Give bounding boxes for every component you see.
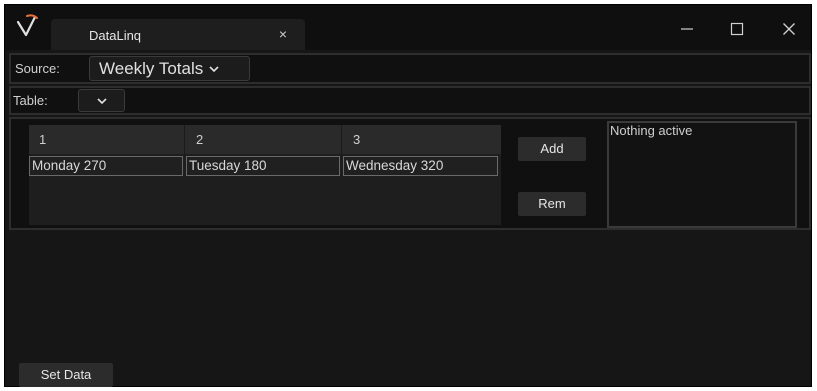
status-box: Nothing active [607,121,797,228]
tab-close-icon[interactable]: × [275,26,291,42]
tab-title: DataLinq [89,28,142,43]
maximize-icon [730,22,744,36]
data-panel: 1 2 3 Monday 270 Tuesday 180 Wednesday 3… [9,117,811,230]
table-label: Table: [13,93,48,108]
add-button[interactable]: Add [518,137,586,161]
grid-cell[interactable]: Monday 270 [29,156,183,176]
close-window-button[interactable] [769,15,809,43]
minimize-button[interactable] [667,15,707,43]
status-text: Nothing active [610,123,693,138]
column-header[interactable]: 2 [186,125,342,154]
table-dropdown[interactable] [78,89,125,112]
set-data-button[interactable]: Set Data [19,363,113,387]
grid-cell[interactable]: Wednesday 320 [343,156,498,176]
source-dropdown[interactable]: Weekly Totals [89,56,250,81]
column-header[interactable]: 1 [29,125,185,154]
maximize-button[interactable] [717,15,757,43]
chevron-down-icon [96,97,107,104]
source-selected-value: Weekly Totals [99,58,204,78]
app-logo-icon [16,14,38,37]
chevron-down-icon [209,65,219,72]
column-header[interactable]: 3 [343,125,501,154]
source-row: Source: Weekly Totals [9,53,811,84]
minimize-icon [681,28,693,30]
data-grid: 1 2 3 Monday 270 Tuesday 180 Wednesday 3… [29,125,501,225]
table-row: Table: [9,86,811,115]
app-window: DataLinq × Source: Weekly Totals Table: … [4,4,812,387]
grid-cell[interactable]: Tuesday 180 [186,156,340,176]
title-bar: DataLinq × [5,5,811,50]
grid-header: 1 2 3 [29,125,501,154]
remove-button[interactable]: Rem [518,192,586,216]
tab-datalinq[interactable]: DataLinq × [51,19,305,50]
source-label: Source: [15,61,60,76]
close-icon [783,23,795,35]
